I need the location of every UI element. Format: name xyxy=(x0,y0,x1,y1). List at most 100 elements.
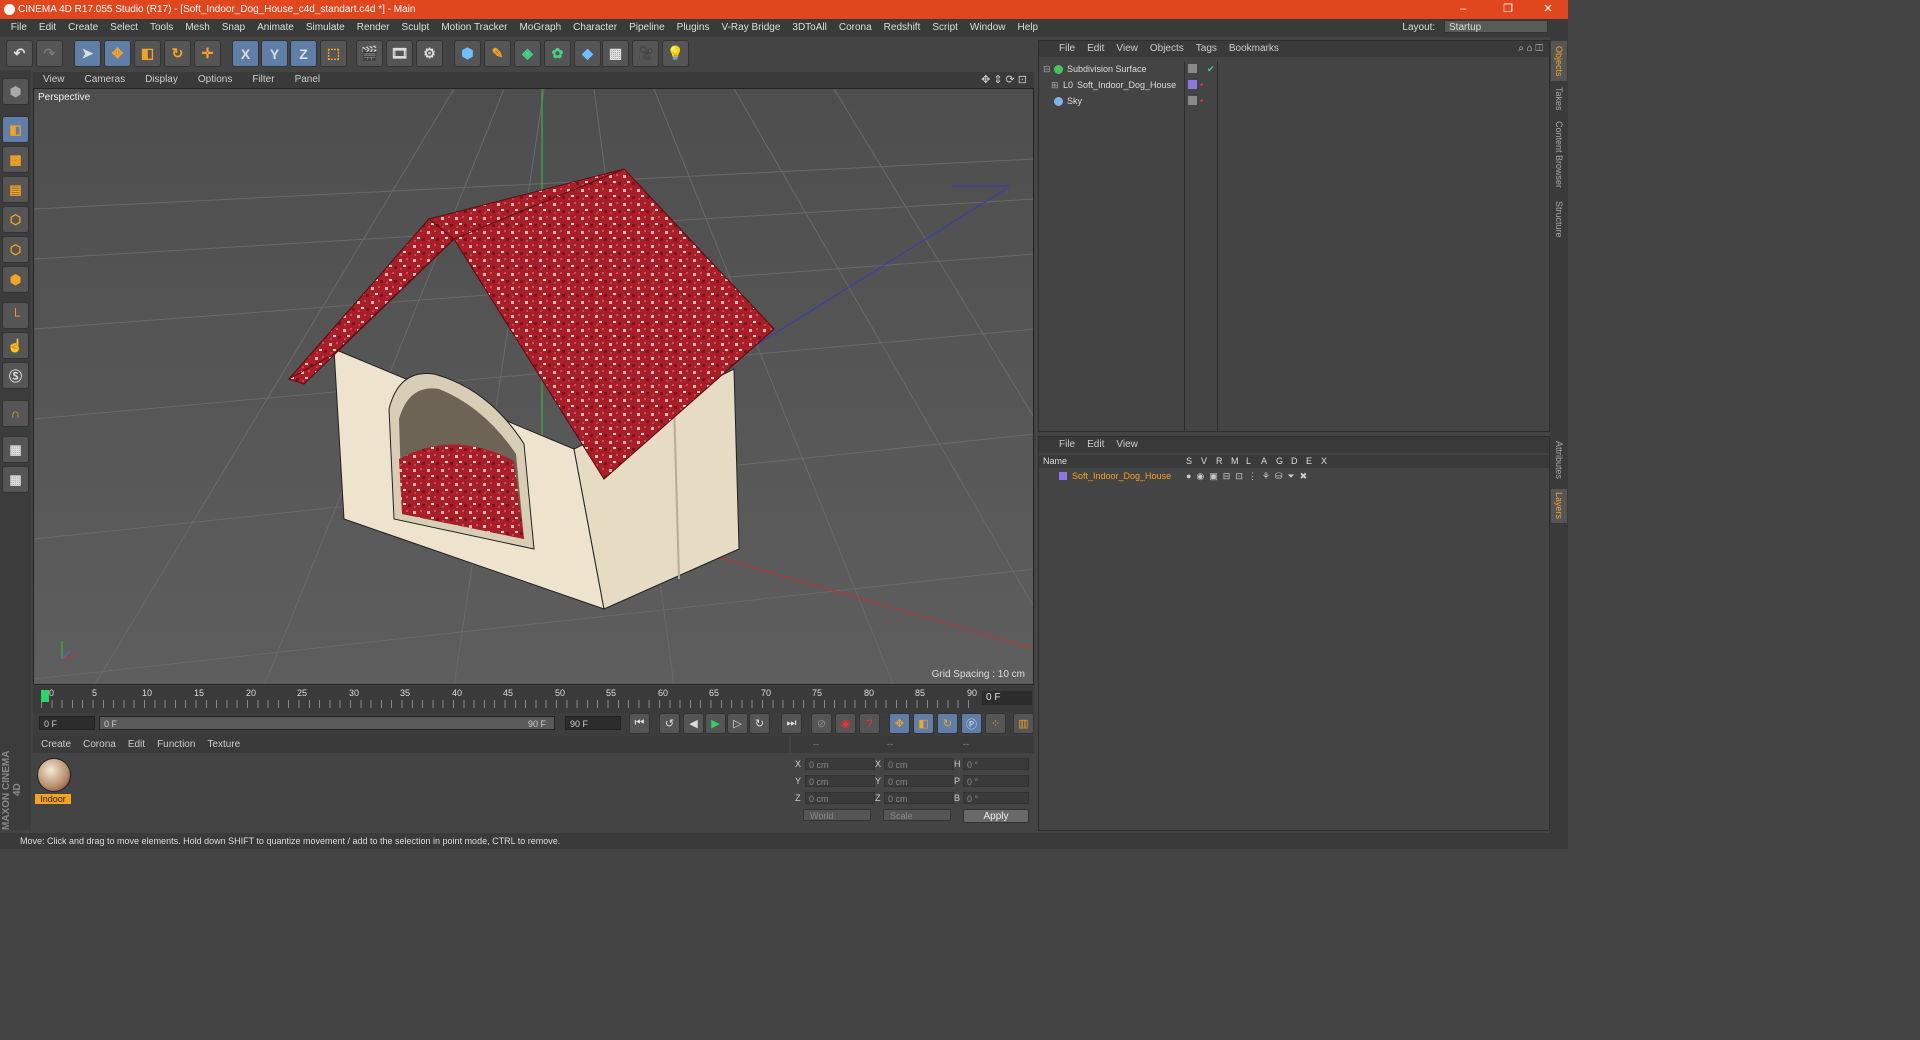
object-row-sky[interactable]: Sky • xyxy=(1039,93,1549,109)
size-z-field[interactable]: 0 cm xyxy=(884,792,954,804)
perspective-viewport[interactable]: Perspective Grid Spacing : 10 cm xyxy=(33,88,1034,685)
objmgr-menu-view[interactable]: View xyxy=(1116,41,1138,57)
size-mode-select[interactable]: Scale xyxy=(883,809,951,821)
expand-icon[interactable]: ⊞ xyxy=(1051,77,1059,93)
render-settings-icon[interactable]: ⚙ xyxy=(416,40,443,67)
layer-color-icon[interactable] xyxy=(1188,80,1197,89)
objmgr-menu-objects[interactable]: Objects xyxy=(1150,41,1184,57)
menu-character[interactable]: Character xyxy=(567,19,623,37)
tab-layers[interactable]: Layers xyxy=(1551,489,1567,523)
start-frame-field[interactable]: 0 F xyxy=(39,716,95,730)
tab-content-browser[interactable]: Content Browser xyxy=(1551,117,1567,193)
texture-mode-icon[interactable]: ▩ xyxy=(2,146,29,173)
key-position-icon[interactable]: ✥ xyxy=(889,713,910,734)
material-menu-function[interactable]: Function xyxy=(157,736,195,753)
points-mode-icon[interactable]: ⬡ xyxy=(2,206,29,233)
autokey-icon[interactable]: ◉ xyxy=(835,713,856,734)
coordinate-system-icon[interactable]: ⬚ xyxy=(320,40,347,67)
light-icon[interactable]: 💡 xyxy=(662,40,689,67)
workplane-lock-icon[interactable]: ▦ xyxy=(2,436,29,463)
position-x-field[interactable]: 0 cm xyxy=(805,758,875,770)
x-axis-lock-button[interactable]: X xyxy=(232,40,259,67)
go-to-end-icon[interactable]: ⏭ xyxy=(781,713,802,734)
cloner-icon[interactable]: ✿ xyxy=(544,40,571,67)
end-frame-field[interactable]: 90 F xyxy=(565,716,621,730)
material-menu-edit[interactable]: Edit xyxy=(128,736,145,753)
scale-tool-icon[interactable]: ◧ xyxy=(134,40,161,67)
rotation-h-field[interactable]: 0 ° xyxy=(963,758,1029,770)
object-name[interactable]: Soft_Indoor_Dog_House xyxy=(1077,77,1176,93)
previous-key-icon[interactable]: ↺ xyxy=(659,713,680,734)
layer-flags-icons[interactable]: ●◉▣⊟⊡⋮⚘⛁⏷✖ xyxy=(1186,468,1312,484)
edges-mode-icon[interactable]: ⬡ xyxy=(2,236,29,263)
object-name[interactable]: Sky xyxy=(1067,93,1082,109)
menu-motion-tracker[interactable]: Motion Tracker xyxy=(435,19,513,37)
snap-icon[interactable]: ∩ xyxy=(2,400,29,427)
minimize-button[interactable]: – xyxy=(1448,0,1478,19)
workplane-mode-icon[interactable]: ▤ xyxy=(2,176,29,203)
position-y-field[interactable]: 0 cm xyxy=(805,775,875,787)
camera-icon[interactable]: 🎥 xyxy=(632,40,659,67)
subdivision-surface-icon[interactable]: ◈ xyxy=(514,40,541,67)
recent-tool-icon[interactable]: ✛ xyxy=(194,40,221,67)
z-axis-lock-button[interactable]: Z xyxy=(290,40,317,67)
menu-animate[interactable]: Animate xyxy=(251,19,300,37)
move-tool-icon[interactable]: ✥ xyxy=(104,40,131,67)
menu-corona[interactable]: Corona xyxy=(833,19,878,37)
workplane-align-icon[interactable]: ▦ xyxy=(2,466,29,493)
key-parameter-icon[interactable]: Ⓟ xyxy=(961,713,982,734)
object-row-subdivision-surface[interactable]: ⊟ Subdivision Surface ✔ xyxy=(1039,61,1549,77)
tab-objects[interactable]: Objects xyxy=(1551,41,1567,81)
menu-simulate[interactable]: Simulate xyxy=(300,19,351,37)
record-active-objects-icon[interactable]: ⊘ xyxy=(811,713,832,734)
range-slider[interactable]: 0 F 90 F xyxy=(99,716,555,730)
layout-dropdown[interactable]: Startup xyxy=(1444,20,1548,33)
objmgr-menu-edit[interactable]: Edit xyxy=(1087,41,1104,57)
coordinate-space-select[interactable]: World xyxy=(803,809,871,821)
redo-icon[interactable]: ↷ xyxy=(36,40,63,67)
keyframe-selection-icon[interactable]: ? xyxy=(859,713,880,734)
menu-plugins[interactable]: Plugins xyxy=(671,19,716,37)
visibility-toggle-icon[interactable] xyxy=(1188,96,1197,105)
viewport-menu-cameras[interactable]: Cameras xyxy=(75,72,136,88)
tab-attributes[interactable]: Attributes xyxy=(1551,435,1567,485)
menu-3dtoall[interactable]: 3DToAll xyxy=(786,19,832,37)
menu-select[interactable]: Select xyxy=(104,19,144,37)
deformer-icon[interactable]: ◆ xyxy=(574,40,601,67)
close-button[interactable]: ✕ xyxy=(1533,0,1563,19)
next-key-icon[interactable]: ↻ xyxy=(749,713,770,734)
current-frame-field[interactable]: 0 F xyxy=(982,691,1032,705)
apply-button[interactable]: Apply xyxy=(963,809,1029,823)
rotate-tool-icon[interactable]: ↻ xyxy=(164,40,191,67)
menu-create[interactable]: Create xyxy=(62,19,104,37)
menu-vray-bridge[interactable]: V-Ray Bridge xyxy=(715,19,786,37)
objmgr-search-icon[interactable]: ⌕ ⌂ ◫ xyxy=(1518,41,1543,57)
render-dot-icon[interactable]: • xyxy=(1200,93,1203,109)
size-y-field[interactable]: 0 cm xyxy=(884,775,954,787)
play-forward-icon[interactable]: ▶ xyxy=(705,713,726,734)
polygons-mode-icon[interactable]: ⬢ xyxy=(2,266,29,293)
viewport-navigation-icons[interactable]: ✥⇕⟳⊡ xyxy=(981,72,1030,88)
rotation-b-field[interactable]: 0 ° xyxy=(963,792,1029,804)
material-menu-corona[interactable]: Corona xyxy=(83,736,116,753)
menu-mograph[interactable]: MoGraph xyxy=(513,19,567,37)
solo-mode-icon[interactable]: Ⓢ xyxy=(2,362,29,389)
object-row-dog-house[interactable]: ⊞ L0 Soft_Indoor_Dog_House • xyxy=(1039,77,1549,93)
menu-tools[interactable]: Tools xyxy=(144,19,179,37)
objmgr-menu-tags[interactable]: Tags xyxy=(1196,41,1217,57)
previous-frame-icon[interactable]: ◀ xyxy=(683,713,704,734)
menu-script[interactable]: Script xyxy=(926,19,964,37)
viewport-menu-display[interactable]: Display xyxy=(135,72,188,88)
visibility-toggle-icon[interactable] xyxy=(1188,64,1197,73)
frame-ruler[interactable]: 0 5 10 15 20 25 30 35 40 45 50 55 60 65 … xyxy=(41,688,981,710)
tab-takes[interactable]: Takes xyxy=(1551,85,1567,113)
next-frame-icon[interactable]: ▷ xyxy=(727,713,748,734)
menu-render[interactable]: Render xyxy=(351,19,396,37)
axis-mode-icon[interactable]: └ xyxy=(2,302,29,329)
menu-help[interactable]: Help xyxy=(1012,19,1045,37)
menu-window[interactable]: Window xyxy=(964,19,1012,37)
y-axis-lock-button[interactable]: Y xyxy=(261,40,288,67)
render-view-icon[interactable]: 🎬 xyxy=(356,40,383,67)
object-name[interactable]: Subdivision Surface xyxy=(1067,61,1147,77)
layer-menu-edit[interactable]: Edit xyxy=(1087,437,1104,453)
